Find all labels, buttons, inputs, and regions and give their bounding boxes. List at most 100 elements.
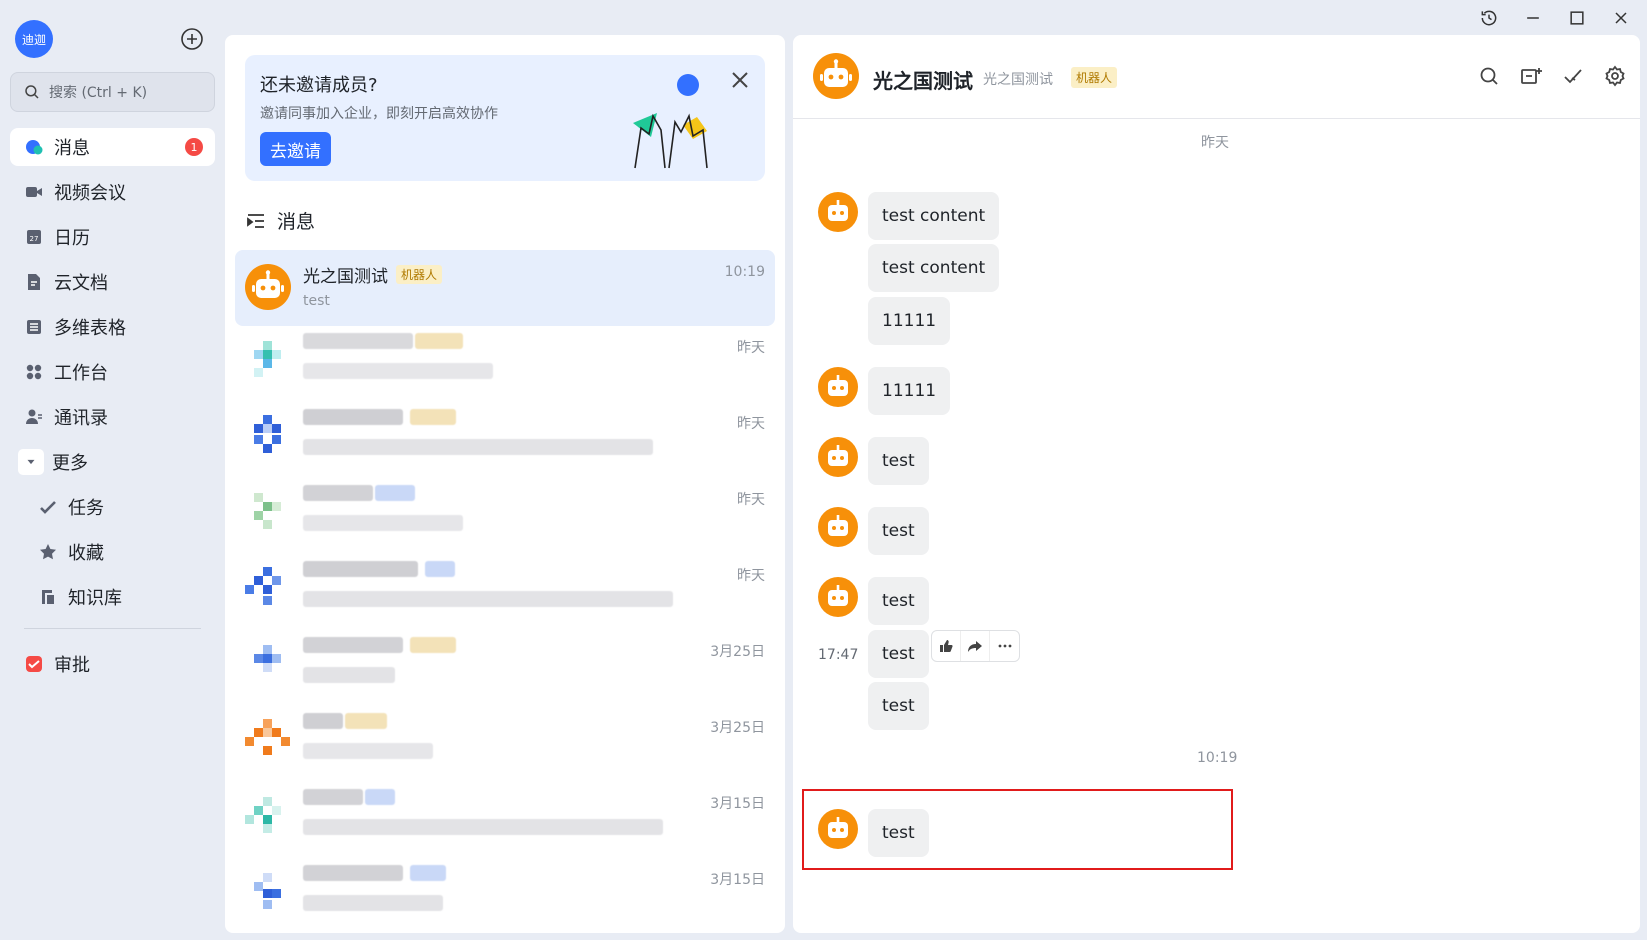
robot-avatar[interactable] (818, 367, 858, 407)
blurred-tag (375, 485, 415, 501)
invite-title: 还未邀请成员? (260, 75, 378, 96)
blurred-tag (410, 865, 446, 881)
conversation-item[interactable]: 昨天 (235, 399, 775, 475)
search-input[interactable]: 搜索 (Ctrl + K) (10, 72, 215, 112)
sidebar-item-wiki[interactable]: 知识库 (10, 578, 215, 616)
time-divider: 10:19 (1197, 750, 1238, 766)
sidebar-header: 迪迦 (15, 20, 205, 60)
sidebar-item-workbench[interactable]: 工作台 (10, 353, 215, 391)
maximize-icon[interactable] (1563, 4, 1591, 32)
invite-button[interactable]: 去邀请 (260, 132, 331, 166)
date-divider: 昨天 (1201, 135, 1229, 151)
conversation-time: 3月15日 (710, 872, 765, 888)
doc-icon (24, 272, 44, 292)
sidebar-item-favorites[interactable]: 收藏 (10, 533, 215, 571)
sidebar-item-contacts[interactable]: 通讯录 (10, 398, 215, 436)
sidebar-item-label: 多维表格 (54, 318, 126, 339)
message-icon (24, 137, 44, 157)
conversation-panel: 还未邀请成员? 邀请同事加入企业，即刻开启高效协作 去邀请 消息 光之国测试 机… (225, 35, 785, 933)
sidebar-item-video-meeting[interactable]: 视频会议 (10, 173, 215, 211)
settings-icon[interactable] (1604, 65, 1626, 87)
message-bubble[interactable]: test content (868, 244, 1000, 292)
history-icon[interactable] (1475, 4, 1503, 32)
blurred-name (303, 789, 363, 805)
blurred-avatar (245, 565, 291, 611)
message-bubble[interactable]: 11111 (868, 297, 951, 345)
message-bubble[interactable]: test (868, 577, 929, 625)
thumbs-up-icon[interactable] (932, 631, 961, 661)
conversation-list: 光之国测试 机器人 test 10:19 昨天 昨天 昨天 昨天 3月25日 3… (235, 250, 775, 931)
conversation-item[interactable]: 3月15日 (235, 855, 775, 931)
sidebar-item-approval[interactable]: 审批 (10, 645, 215, 683)
highlight-box (802, 789, 1233, 870)
blurred-preview (303, 895, 443, 911)
contacts-icon (24, 407, 44, 427)
add-icon[interactable] (179, 26, 205, 52)
video-icon (24, 182, 44, 202)
robot-avatar[interactable] (818, 437, 858, 477)
sidebar-item-cloud-docs[interactable]: 云文档 (10, 263, 215, 301)
close-icon[interactable] (1607, 4, 1635, 32)
message-bubble[interactable]: test (868, 809, 929, 857)
robot-avatar[interactable] (818, 192, 858, 232)
robot-avatar[interactable] (813, 53, 859, 99)
search-icon[interactable] (1478, 65, 1500, 87)
minimize-icon[interactable] (1519, 4, 1547, 32)
check-icon[interactable] (1562, 65, 1584, 87)
conversation-item[interactable]: 3月25日 (235, 627, 775, 703)
chat-toolbar (1478, 65, 1626, 87)
robot-avatar[interactable] (818, 507, 858, 547)
chat-title: 光之国测试 (873, 69, 973, 93)
blurred-name (303, 865, 403, 881)
sidebar-item-label: 云文档 (54, 273, 108, 294)
blurred-preview (303, 819, 663, 835)
conversation-item[interactable]: 3月25日 (235, 703, 775, 779)
sidebar-item-messages[interactable]: 消息 1 (10, 128, 215, 166)
unread-badge: 1 (185, 138, 203, 156)
message-bubble[interactable]: test (868, 682, 929, 730)
window-controls (1475, 4, 1635, 32)
conversation-name: 光之国测试 机器人 (303, 262, 443, 287)
conversation-time: 3月25日 (710, 720, 765, 736)
message-bubble[interactable]: test (868, 630, 929, 678)
blurred-tag (410, 409, 456, 425)
sidebar-item-label: 审批 (54, 655, 90, 676)
conversation-item[interactable]: 昨天 (235, 323, 775, 399)
forward-icon[interactable] (961, 631, 990, 661)
task-icon (38, 497, 58, 517)
add-chat-icon[interactable] (1520, 65, 1542, 87)
more-icon[interactable] (990, 631, 1019, 661)
search-icon (25, 85, 39, 99)
star-icon (38, 542, 58, 562)
robot-avatar[interactable] (818, 809, 858, 849)
blurred-preview (303, 743, 433, 759)
calendar-icon: 27 (24, 227, 44, 247)
sidebar-item-label: 收藏 (68, 543, 104, 564)
blurred-tag (345, 713, 387, 729)
conversation-item[interactable]: 昨天 (235, 475, 775, 551)
sidebar-item-more[interactable]: 更多 (10, 443, 215, 481)
messages-section-header[interactable]: 消息 (245, 207, 315, 234)
blurred-name (303, 637, 403, 653)
sidebar-item-tasks[interactable]: 任务 (10, 488, 215, 526)
message-bubble[interactable]: 11111 (868, 367, 951, 415)
conversation-title: 光之国测试 (303, 267, 388, 287)
message-bubble[interactable]: test (868, 437, 929, 485)
blurred-tag (425, 561, 455, 577)
sidebar-item-base[interactable]: 多维表格 (10, 308, 215, 346)
blurred-avatar (245, 793, 291, 839)
message-bubble[interactable]: test content (868, 192, 1000, 240)
user-avatar[interactable]: 迪迦 (15, 20, 53, 58)
sidebar-item-calendar[interactable]: 27 日历 (10, 218, 215, 256)
robot-avatar[interactable] (818, 577, 858, 617)
conversation-item[interactable]: 光之国测试 机器人 test 10:19 (235, 250, 775, 326)
conversation-item[interactable]: 昨天 (235, 551, 775, 627)
invite-close-icon[interactable] (729, 69, 751, 91)
blurred-name (303, 333, 413, 349)
message-bubble[interactable]: test (868, 507, 929, 555)
calendar-day: 27 (30, 235, 39, 243)
conversation-time: 昨天 (737, 340, 765, 356)
table-icon (24, 317, 44, 337)
conversation-item[interactable]: 3月15日 (235, 779, 775, 855)
blurred-preview (303, 439, 653, 455)
